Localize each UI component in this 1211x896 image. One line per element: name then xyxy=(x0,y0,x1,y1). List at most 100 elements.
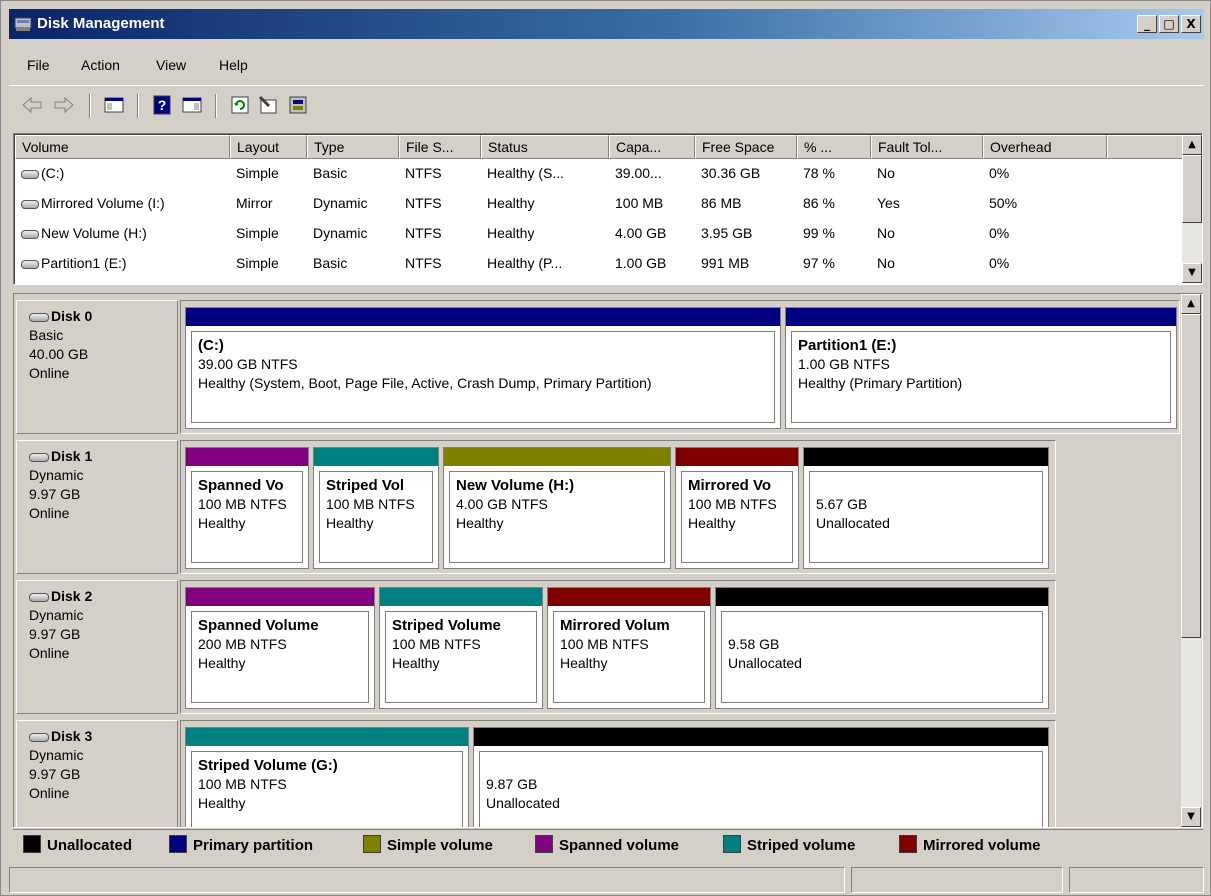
column-layout[interactable]: Layout xyxy=(230,135,307,159)
close-button[interactable]: X xyxy=(1181,15,1201,33)
column-percent-free[interactable]: % ... xyxy=(797,135,871,159)
partition-mirrored[interactable]: Mirrored Vo 100 MB NTFS Healthy xyxy=(675,447,799,569)
partition-striped-g[interactable]: Striped Volume (G:) 100 MB NTFS Healthy xyxy=(185,727,469,827)
volume-overhead: 0% xyxy=(989,225,1010,241)
partition-unallocated[interactable]: 9.58 GB Unallocated xyxy=(715,587,1049,709)
partition-size: 1.00 GB NTFS xyxy=(798,356,890,372)
disk-view-scrollbar[interactable]: ▲ ▼ xyxy=(1181,294,1201,827)
refresh-icon[interactable] xyxy=(229,94,251,116)
menu-file[interactable]: File xyxy=(27,57,50,73)
partition-c[interactable]: (C:) 39.00 GB NTFS Healthy (System, Boot… xyxy=(185,307,781,429)
column-file-system[interactable]: File S... xyxy=(399,135,481,159)
volume-status: Healthy (P... xyxy=(487,255,563,271)
partition-size: 100 MB NTFS xyxy=(392,636,481,652)
show-hide-console-tree-icon[interactable] xyxy=(103,94,125,116)
disk-size: 9.97 GB xyxy=(29,626,81,642)
partition-status: Healthy (System, Boot, Page File, Active… xyxy=(198,375,652,391)
show-hide-action-pane-icon[interactable] xyxy=(181,94,203,116)
svg-text:?: ? xyxy=(158,97,167,113)
partition-e[interactable]: Partition1 (E:) 1.00 GB NTFS Healthy (Pr… xyxy=(785,307,1177,429)
partition-status: Healthy xyxy=(392,655,440,671)
title-bar[interactable]: Disk Management _ □ X xyxy=(9,9,1204,39)
forward-arrow-icon[interactable] xyxy=(53,94,75,116)
volume-file-system: NTFS xyxy=(405,255,442,271)
partition-status: Healthy xyxy=(198,795,246,811)
column-type[interactable]: Type xyxy=(307,135,399,159)
volume-row[interactable]: Mirrored Volume (I:) Mirror Dynamic NTFS… xyxy=(15,191,1183,215)
disk-icon xyxy=(29,732,49,742)
disk-info[interactable]: Disk 3 Dynamic 9.97 GB Online xyxy=(16,720,178,827)
partition-color-bar xyxy=(186,308,780,326)
column-capacity[interactable]: Capa... xyxy=(609,135,695,159)
partition-spanned[interactable]: Spanned Volume 200 MB NTFS Healthy xyxy=(185,587,375,709)
volume-fault-tolerance: No xyxy=(877,165,895,181)
status-pane xyxy=(1069,867,1204,893)
disk-size: 9.97 GB xyxy=(29,766,81,782)
partition-name xyxy=(728,616,1042,635)
column-fault-tolerance[interactable]: Fault Tol... xyxy=(871,135,983,159)
volume-status: Healthy xyxy=(487,225,535,241)
menu-action[interactable]: Action xyxy=(81,57,120,73)
scroll-thumb[interactable] xyxy=(1182,155,1202,223)
partition-new-volume-h[interactable]: New Volume (H:) 4.00 GB NTFS Healthy xyxy=(443,447,671,569)
partition-unallocated[interactable]: 9.87 GB Unallocated xyxy=(473,727,1049,827)
partition-status: Healthy (Primary Partition) xyxy=(798,375,963,391)
disk-info[interactable]: Disk 0 Basic 40.00 GB Online xyxy=(16,300,178,434)
partition-size: 9.87 GB xyxy=(486,776,538,792)
partition-spanned[interactable]: Spanned Vo 100 MB NTFS Healthy xyxy=(185,447,309,569)
back-arrow-icon[interactable] xyxy=(21,94,43,116)
partition-color-bar xyxy=(444,448,670,466)
disk-state: Online xyxy=(29,365,70,381)
partition-name: Mirrored Vo xyxy=(688,477,772,494)
partition-unallocated[interactable]: 5.67 GB Unallocated xyxy=(803,447,1049,569)
partition-size: 100 MB NTFS xyxy=(560,636,649,652)
partition-color-bar xyxy=(786,308,1176,326)
partition-striped[interactable]: Striped Vol 100 MB NTFS Healthy xyxy=(313,447,439,569)
maximize-button[interactable]: □ xyxy=(1159,15,1179,33)
column-overhead[interactable]: Overhead xyxy=(983,135,1107,159)
partition-name: Spanned Vo xyxy=(198,477,284,494)
volume-name: (C:) xyxy=(41,165,65,181)
partition-size: 100 MB NTFS xyxy=(198,776,287,792)
volume-list: Volume Layout Type File S... Status Capa… xyxy=(13,133,1203,285)
properties-icon[interactable] xyxy=(257,94,279,116)
column-status[interactable]: Status xyxy=(481,135,609,159)
disk-info[interactable]: Disk 2 Dynamic 9.97 GB Online xyxy=(16,580,178,714)
menu-help[interactable]: Help xyxy=(219,57,248,73)
scroll-down-button[interactable]: ▼ xyxy=(1182,263,1202,283)
volume-file-system: NTFS xyxy=(405,165,442,181)
partition-status: Healthy xyxy=(560,655,608,671)
partition-striped[interactable]: Striped Volume 100 MB NTFS Healthy xyxy=(379,587,543,709)
window-title: Disk Management xyxy=(37,15,165,32)
volume-row[interactable]: (C:) Simple Basic NTFS Healthy (S... 39.… xyxy=(15,161,1183,185)
volume-row[interactable]: New Volume (H:) Simple Dynamic NTFS Heal… xyxy=(15,221,1183,245)
partition-name: New Volume (H:) xyxy=(456,477,575,494)
disk-info[interactable]: Disk 1 Dynamic 9.97 GB Online xyxy=(16,440,178,574)
volume-list-scrollbar[interactable]: ▲ ▼ xyxy=(1182,135,1202,283)
volume-status: Healthy (S... xyxy=(487,165,565,181)
volume-file-system: NTFS xyxy=(405,225,442,241)
volume-name: New Volume (H:) xyxy=(41,225,147,241)
partition-name: Spanned Volume xyxy=(198,617,319,634)
scroll-down-button[interactable]: ▼ xyxy=(1181,807,1201,827)
column-filler xyxy=(1107,135,1183,159)
volume-row[interactable]: Partition1 (E:) Simple Basic NTFS Health… xyxy=(15,251,1183,275)
disk-partition-area: Spanned Volume 200 MB NTFS Healthy Strip… xyxy=(180,580,1056,714)
volume-type: Basic xyxy=(313,255,348,271)
scroll-up-button[interactable]: ▲ xyxy=(1182,135,1202,155)
scroll-up-button[interactable]: ▲ xyxy=(1181,294,1201,314)
menu-view[interactable]: View xyxy=(156,57,186,73)
scroll-thumb[interactable] xyxy=(1181,314,1201,638)
disk-management-icon[interactable] xyxy=(287,94,309,116)
legend-swatch xyxy=(169,835,187,853)
legend-item-simple: Simple volume xyxy=(363,835,493,854)
minimize-button[interactable]: _ xyxy=(1137,15,1157,33)
legend-item-mirrored: Mirrored volume xyxy=(899,835,1041,854)
partition-status: Unallocated xyxy=(728,655,802,671)
help-icon[interactable]: ? xyxy=(151,94,173,116)
toolbar-separator xyxy=(137,94,139,118)
disk-name: Disk 3 xyxy=(51,728,93,744)
partition-mirrored[interactable]: Mirrored Volum 100 MB NTFS Healthy xyxy=(547,587,711,709)
column-volume[interactable]: Volume xyxy=(15,135,230,159)
column-free-space[interactable]: Free Space xyxy=(695,135,797,159)
